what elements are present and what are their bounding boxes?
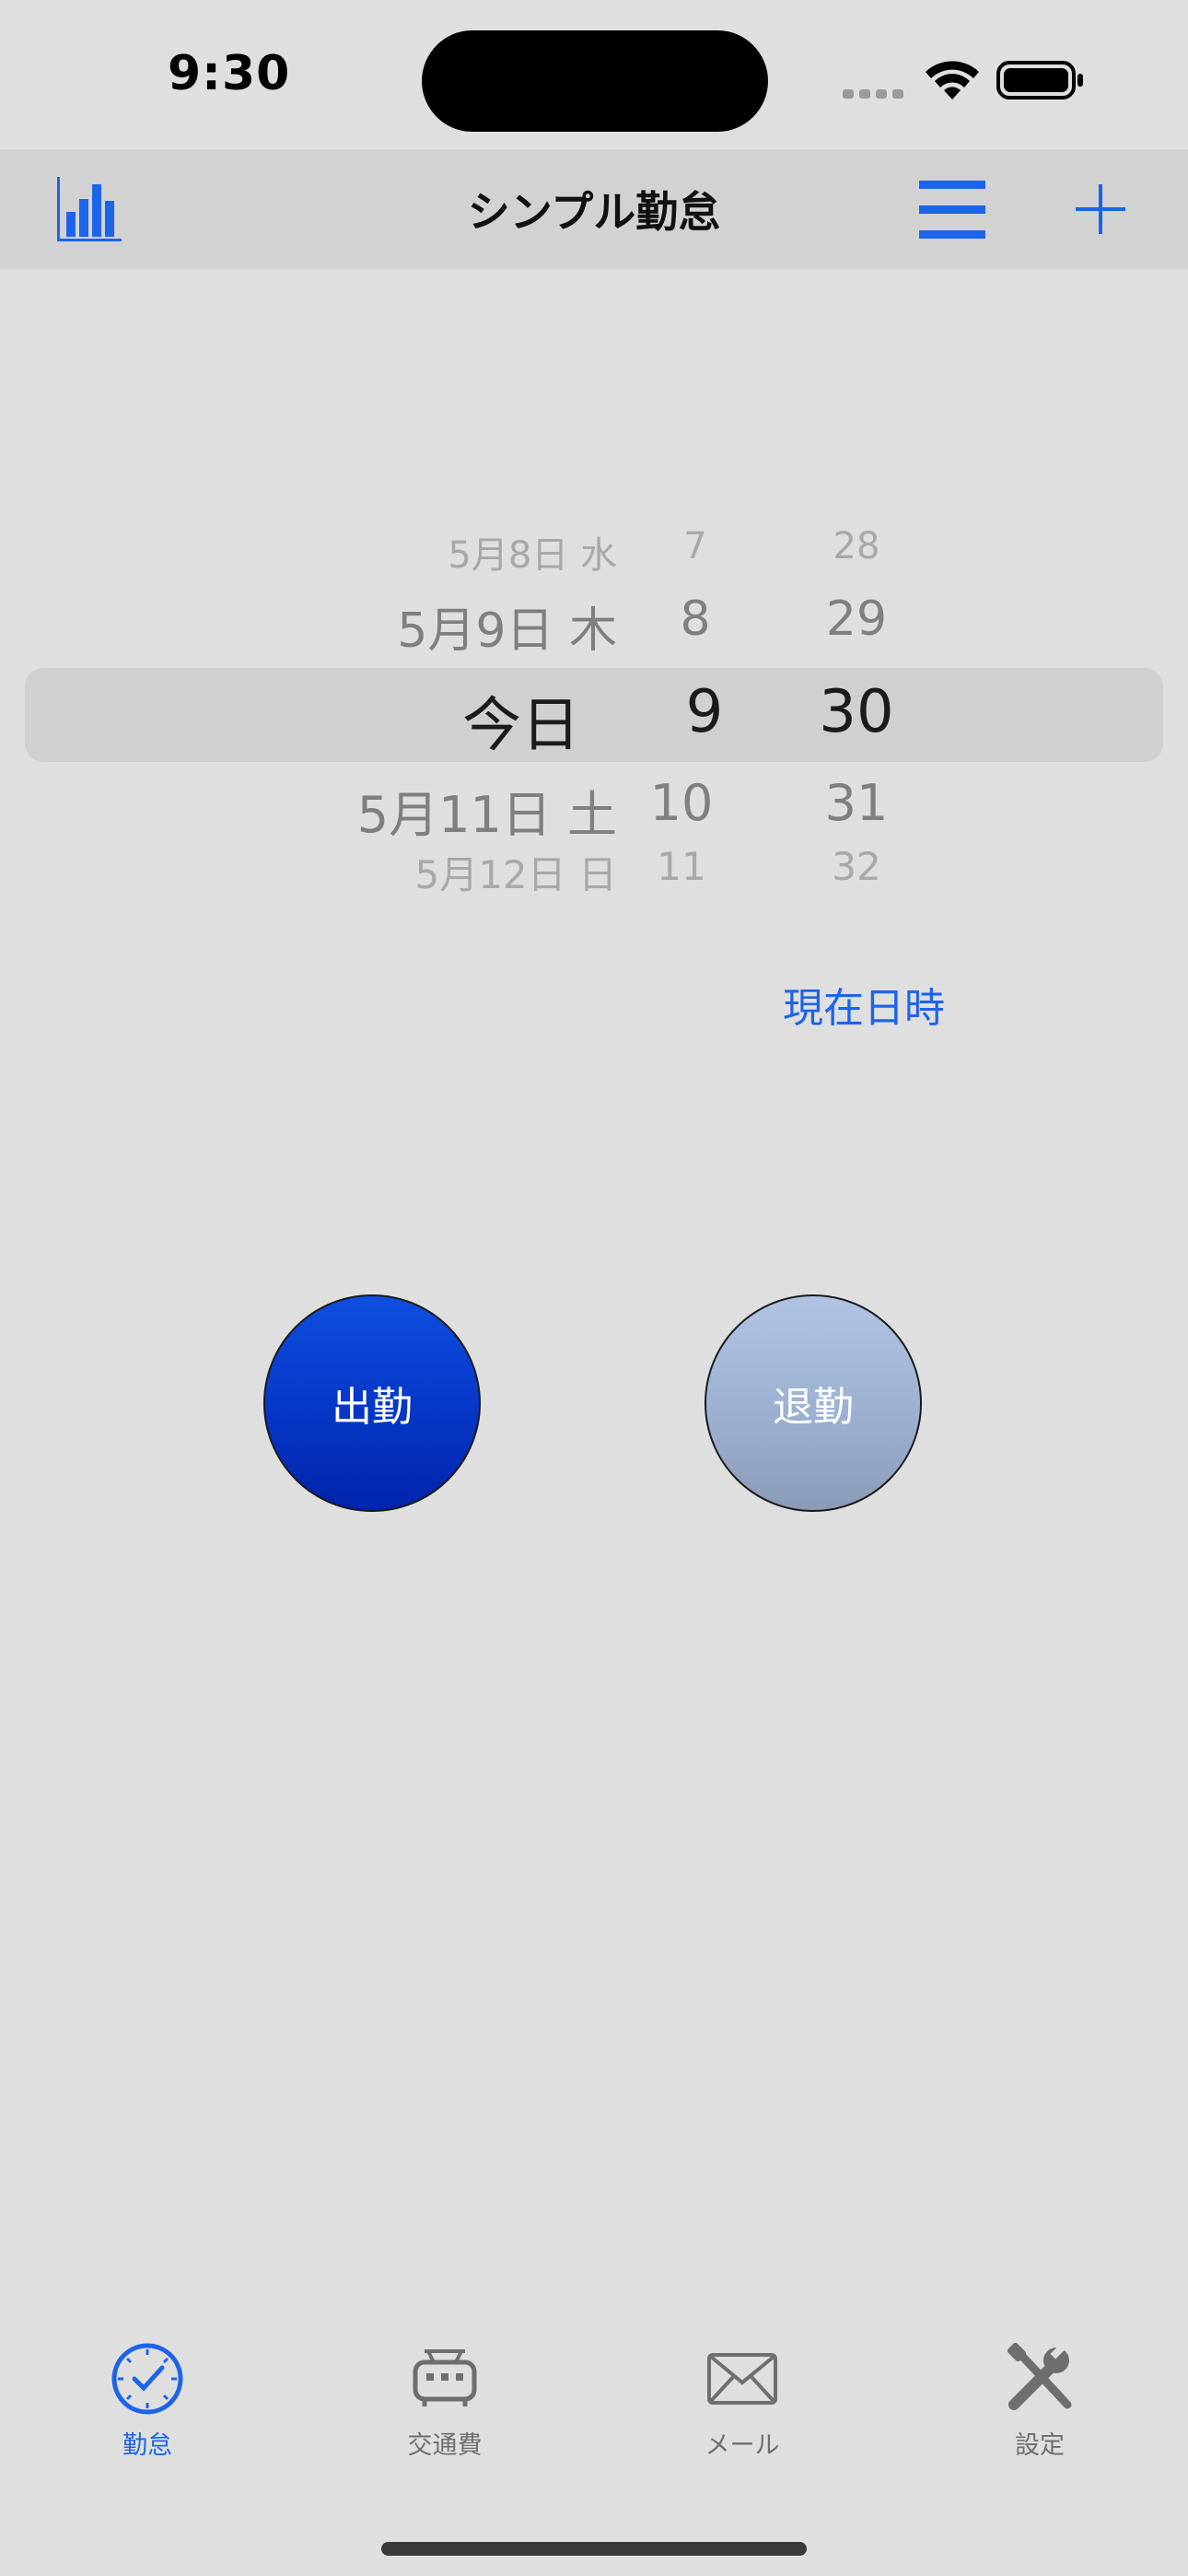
tab-settings[interactable]: 設定 [948,2340,1132,2461]
cellular-signal-icon [843,85,909,102]
picker-minute: 30 [819,678,894,746]
picker-date: 今日 [462,692,580,760]
tab-label: 交通費 [407,2431,483,2460]
picker-date: 5月12日 日 [414,852,617,897]
tools-icon [1007,2342,1072,2410]
picker-date: 5月9日 木 [397,603,617,659]
tab-label: メール [705,2431,780,2460]
picker-date: 5月8日 水 [448,534,617,577]
envelope-icon [707,2353,777,2405]
picker-selection-highlight [25,668,1163,762]
app-screen: 9:30 シンプル勤怠 5月8日 水 7 28 5月9日 木 8 29 今日 9… [0,0,1188,2576]
clock-icon [111,2343,183,2415]
page-title: シンプル勤怠 [467,187,721,237]
list-menu-icon[interactable] [917,175,987,245]
dynamic-island [422,30,768,132]
picker-minute: 29 [825,591,888,647]
picker-date: 5月11日 土 [356,786,617,844]
tab-attendance[interactable]: 勤怠 [55,2340,239,2461]
picker-hour: 10 [649,774,714,832]
tab-transport[interactable]: 交通費 [353,2340,537,2461]
clock-out-button[interactable]: 退勤 [705,1294,922,1512]
tab-label: 設定 [1015,2431,1065,2460]
home-indicator[interactable] [381,2542,807,2556]
picker-minute: 28 [833,525,880,568]
picker-hour: 11 [657,844,706,889]
tab-mail[interactable]: メール [650,2340,834,2461]
status-time: 9:30 [168,46,291,101]
picker-minute: 32 [832,844,881,889]
picker-minute: 31 [824,774,889,832]
clock-in-button[interactable]: 出勤 [263,1294,481,1512]
current-datetime-button[interactable]: 現在日時 [783,975,945,1034]
datetime-picker[interactable]: 5月8日 水 7 28 5月9日 木 8 29 今日 9 30 5月11日 土 … [0,507,1188,912]
tab-label: 勤怠 [122,2431,172,2460]
train-icon [413,2349,477,2406]
tab-bar: 勤怠 交通費 メール 設定 [0,2340,1188,2488]
navigation-bar: シンプル勤怠 [0,149,1188,269]
picker-hour: 8 [680,591,711,647]
picker-hour: 7 [683,525,707,568]
plus-icon[interactable] [1068,177,1133,241]
battery-icon [996,61,1083,100]
wifi-icon [926,61,979,100]
picker-hour: 9 [685,678,724,746]
